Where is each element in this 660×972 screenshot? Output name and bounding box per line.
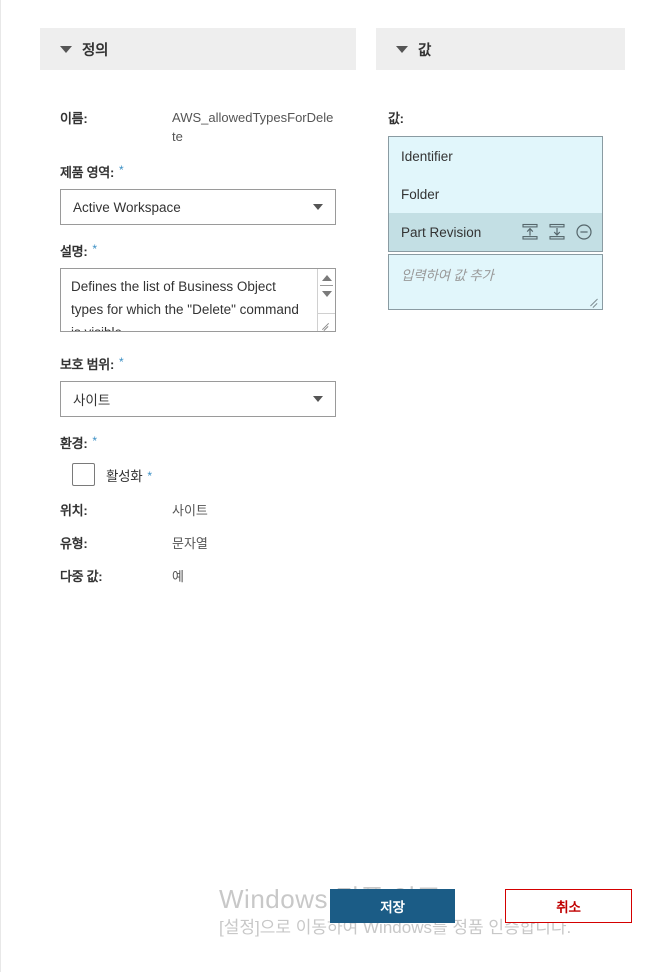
value-item-text: Folder: [401, 186, 440, 202]
readonly-info-list: 위치: 사이트 유형: 문자열 다중 값: 예: [60, 500, 336, 585]
definition-panel: 정의 이름: AWS_allowedTypesForDelete 제품 영역: *…: [40, 28, 356, 585]
info-row: 유형: 문자열: [60, 533, 336, 552]
product-area-required-asterisk: *: [118, 163, 124, 177]
value-item-actions: [521, 223, 602, 241]
move-down-icon[interactable]: [548, 223, 566, 241]
list-item[interactable]: Part Revision: [389, 213, 602, 251]
protection-scope-label: 보호 범위:: [60, 357, 114, 372]
chevron-down-icon[interactable]: [313, 204, 323, 210]
enabled-required-asterisk: *: [147, 468, 153, 483]
definition-panel-header[interactable]: 정의: [40, 28, 356, 70]
description-label: 설명:: [60, 244, 88, 259]
type-label: 유형:: [60, 536, 88, 551]
protection-scope-selected-value: 사이트: [73, 393, 111, 408]
scroll-up-icon[interactable]: [321, 275, 332, 281]
resize-handle-icon[interactable]: [589, 296, 600, 307]
values-panel-header[interactable]: 값: [376, 28, 625, 70]
environment-label: 환경:: [60, 436, 88, 451]
name-row: 이름: AWS_allowedTypesForDelete: [60, 108, 336, 146]
values-panel: 값 값: Identifier Folder Part Revision 입력하…: [376, 28, 625, 310]
add-value-placeholder: 입력하여 값 추가: [401, 268, 494, 283]
info-row: 다중 값: 예: [60, 566, 336, 585]
protection-scope-required-asterisk: *: [118, 355, 124, 369]
definition-panel-body: 이름: AWS_allowedTypesForDelete 제품 영역: * Ac…: [40, 108, 356, 585]
list-item[interactable]: Folder: [389, 175, 602, 213]
product-area-select[interactable]: Active Workspace: [60, 189, 336, 225]
description-required-asterisk: *: [92, 242, 98, 256]
name-label: 이름:: [60, 111, 88, 126]
product-area-label: 제품 영역:: [60, 165, 114, 180]
add-value-input[interactable]: 입력하여 값 추가: [388, 254, 603, 310]
type-value: 문자열: [172, 536, 208, 551]
save-button[interactable]: 저장: [330, 889, 455, 923]
values-list[interactable]: Identifier Folder Part Revision: [388, 136, 603, 252]
protection-scope-select[interactable]: 사이트: [60, 381, 336, 417]
values-panel-body: 값: Identifier Folder Part Revision 입력하여 …: [376, 108, 625, 310]
scroll-down-icon[interactable]: [321, 291, 332, 297]
product-area-field: 제품 영역: * Active Workspace: [60, 162, 336, 225]
chevron-down-icon[interactable]: [60, 45, 72, 53]
chevron-down-icon[interactable]: [313, 396, 323, 402]
scrollbar-divider: [320, 285, 333, 286]
location-label: 위치:: [60, 503, 88, 518]
description-textarea[interactable]: Defines the list of Business Object type…: [60, 268, 336, 332]
multivalue-label: 다중 값:: [60, 569, 103, 584]
value-item-text: Part Revision: [401, 224, 482, 240]
enabled-checkbox-row[interactable]: 활성화 *: [60, 463, 336, 486]
cancel-button[interactable]: 취소: [505, 889, 632, 923]
list-item[interactable]: Identifier: [389, 137, 602, 175]
move-up-icon[interactable]: [521, 223, 539, 241]
values-list-label: 값:: [388, 111, 404, 126]
enabled-checkbox-label: 활성화: [106, 468, 143, 484]
resize-handle-icon[interactable]: [318, 313, 335, 331]
remove-icon[interactable]: [575, 223, 593, 241]
protection-scope-field: 보호 범위: * 사이트: [60, 354, 336, 417]
environment-required-asterisk: *: [92, 434, 98, 448]
page-left-edge: [0, 0, 1, 972]
environment-field: 환경: * 활성화 *: [60, 433, 336, 486]
multivalue-value: 예: [172, 569, 184, 584]
description-text[interactable]: Defines the list of Business Object type…: [61, 269, 317, 331]
value-item-text: Identifier: [401, 148, 453, 164]
product-area-selected-value: Active Workspace: [73, 199, 181, 215]
values-panel-title: 값: [418, 42, 432, 59]
location-value: 사이트: [172, 503, 208, 518]
enabled-checkbox[interactable]: [72, 463, 95, 486]
name-value: AWS_allowedTypesForDelete: [172, 110, 334, 144]
chevron-down-icon[interactable]: [396, 45, 408, 53]
definition-panel-title: 정의: [82, 42, 109, 59]
description-scrollbar[interactable]: [317, 269, 335, 331]
info-row: 위치: 사이트: [60, 500, 336, 519]
description-field: 설명: * Defines the list of Business Object…: [60, 241, 336, 332]
